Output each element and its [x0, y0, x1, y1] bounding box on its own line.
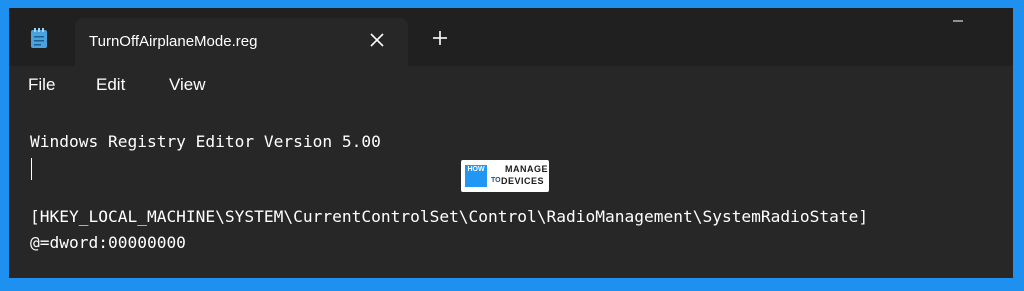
menu-view[interactable]: View: [169, 75, 206, 95]
menu-edit[interactable]: Edit: [96, 75, 125, 95]
logo-to: TO: [491, 177, 501, 184]
text-caret: [31, 158, 32, 180]
menu-file[interactable]: File: [28, 75, 55, 95]
notepad-window: TurnOffAirplaneMode.reg File Edit View W…: [9, 8, 1013, 278]
text-editor[interactable]: Windows Registry Editor Version 5.00 [HK…: [9, 108, 1013, 278]
logo-manage: MANAGE: [505, 164, 548, 174]
menu-bar: File Edit View: [9, 66, 1013, 104]
logo-devices: DEVICES: [501, 176, 545, 186]
plus-icon[interactable]: [431, 29, 449, 47]
tab-turnoffairplanemode[interactable]: TurnOffAirplaneMode.reg: [75, 18, 408, 66]
minimize-icon[interactable]: [935, 8, 981, 38]
editor-line-5: @=dword:00000000: [30, 233, 186, 252]
title-bar: TurnOffAirplaneMode.reg: [9, 8, 1013, 66]
notepad-icon: [31, 28, 47, 48]
editor-line-1: Windows Registry Editor Version 5.00: [30, 132, 381, 151]
editor-line-4: [HKEY_LOCAL_MACHINE\SYSTEM\CurrentContro…: [30, 207, 869, 226]
howtomanagedevices-logo: HOW TO MANAGE DEVICES: [461, 160, 549, 192]
close-icon[interactable]: [367, 30, 387, 50]
tab-title: TurnOffAirplaneMode.reg: [89, 33, 258, 50]
logo-how: HOW: [465, 165, 487, 187]
